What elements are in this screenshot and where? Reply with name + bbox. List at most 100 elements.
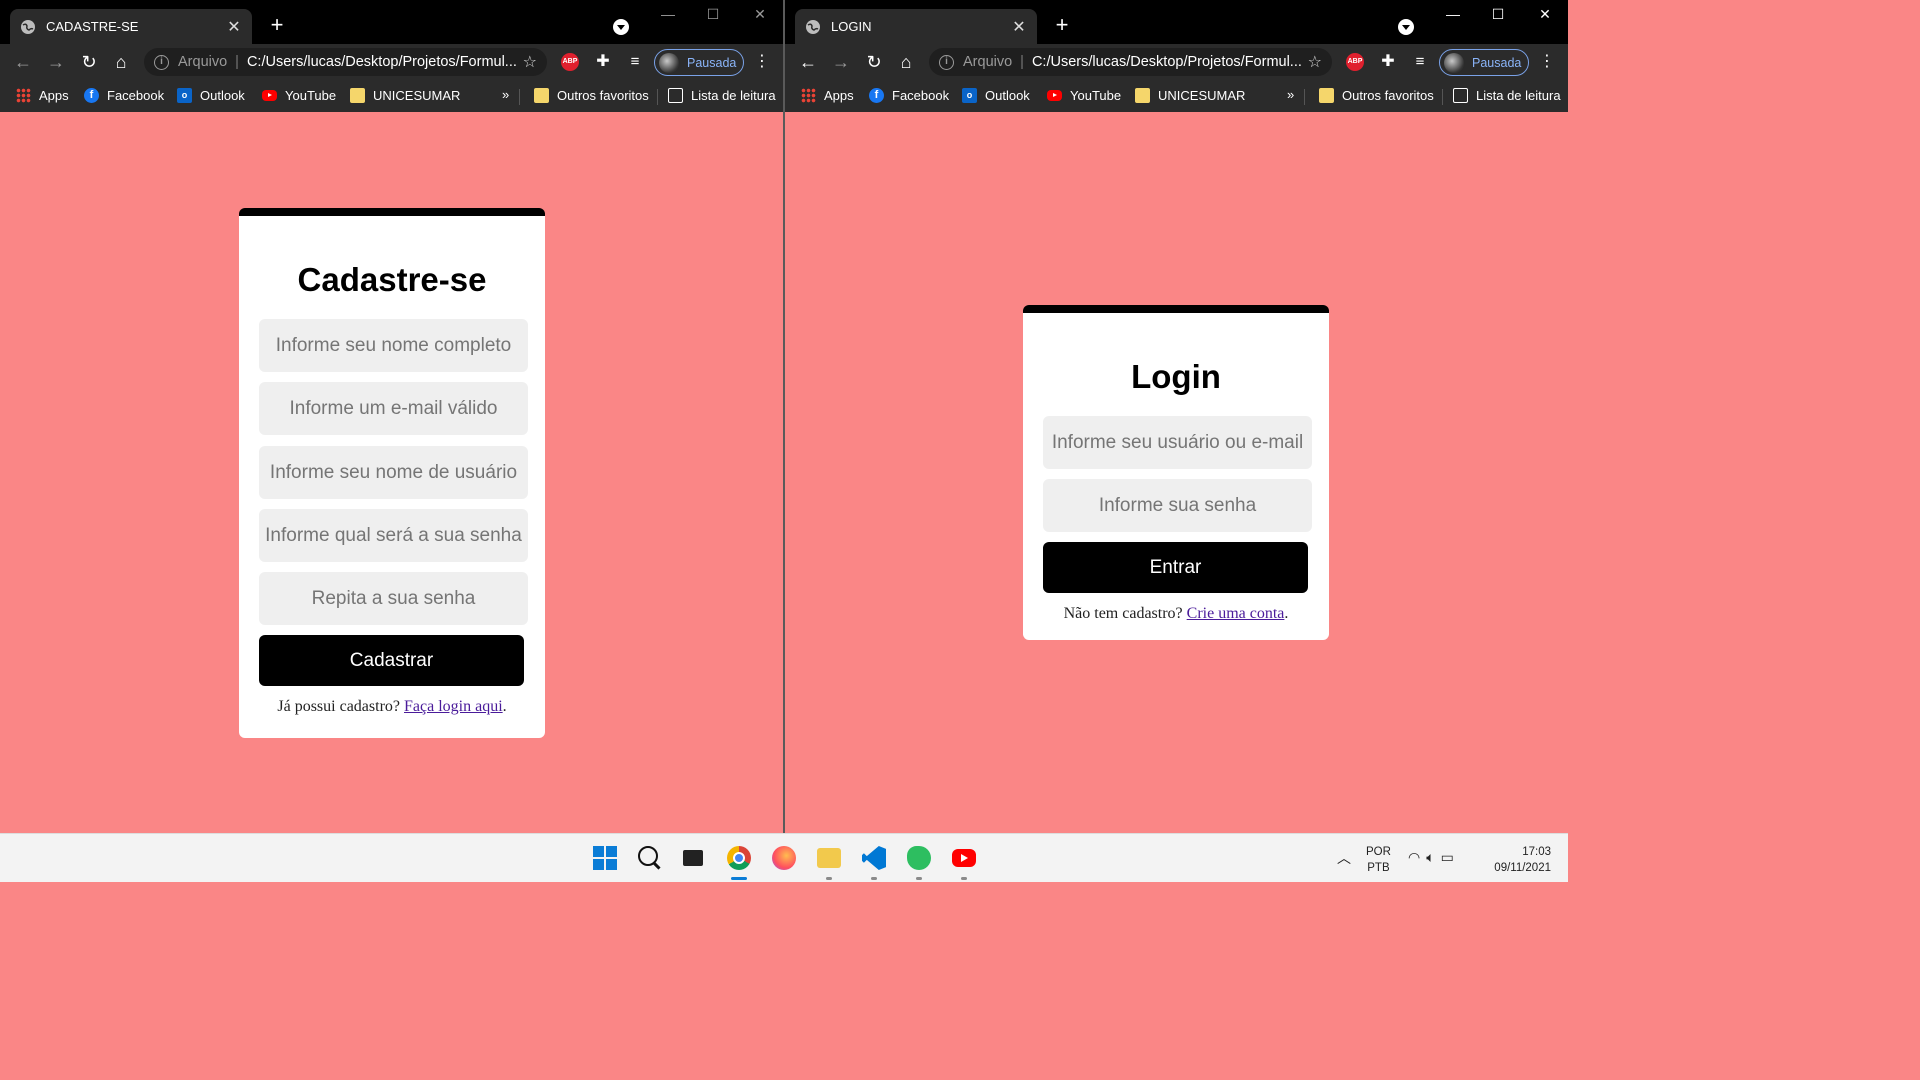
- minimize-button[interactable]: —: [658, 6, 678, 22]
- bookmark-outlook[interactable]: o Outlook: [177, 88, 245, 103]
- globe-icon: [21, 19, 35, 34]
- confirm-password-input[interactable]: [259, 572, 528, 625]
- evernote-icon[interactable]: [907, 846, 931, 870]
- maximize-button[interactable]: ☐: [703, 6, 723, 23]
- windows-start-icon[interactable]: [593, 846, 617, 870]
- signup-button[interactable]: Cadastrar: [259, 635, 524, 686]
- tab-search-icon[interactable]: [1398, 19, 1414, 35]
- extensions-icon[interactable]: ✚: [594, 53, 612, 71]
- apps-grid-icon: [801, 88, 816, 103]
- tab-strip: LOGIN ✕ + — ☐ ✕: [785, 0, 1568, 44]
- back-icon[interactable]: ←: [11, 50, 35, 74]
- bookmark-other-favorites[interactable]: Outros favoritos: [534, 88, 649, 103]
- address-url[interactable]: C:/Users/lucas/Desktop/Projetos/Formul..…: [1032, 54, 1302, 70]
- info-icon[interactable]: i: [939, 54, 954, 70]
- maximize-button[interactable]: ☐: [1488, 6, 1508, 23]
- login-prompt: Já possui cadastro? Faça login aqui.: [239, 698, 545, 716]
- signup-prompt-end: .: [1284, 605, 1289, 622]
- signup-link[interactable]: Crie uma conta: [1187, 605, 1285, 622]
- adblock-plus-icon[interactable]: ABP: [1346, 53, 1364, 71]
- close-tab-icon[interactable]: ✕: [1011, 17, 1027, 37]
- media-control-icon[interactable]: ≡: [1411, 53, 1429, 71]
- facebook-icon: f: [84, 88, 99, 103]
- info-icon[interactable]: i: [154, 54, 169, 70]
- divider: [1442, 89, 1443, 105]
- bookmarks-overflow-button[interactable]: »: [1287, 87, 1294, 102]
- wifi-icon[interactable]: ◠: [1408, 849, 1426, 865]
- bookmark-unicesumar[interactable]: UNICESUMAR: [1135, 88, 1245, 103]
- bookmark-label: Apps: [824, 88, 854, 103]
- bookmark-apps[interactable]: Apps: [16, 88, 69, 103]
- clock[interactable]: 17:03 09/11/2021: [1489, 844, 1551, 893]
- file-explorer-icon[interactable]: [817, 848, 841, 868]
- reload-icon[interactable]: ↻: [77, 50, 101, 74]
- volume-icon[interactable]: 🔈︎: [1426, 849, 1440, 865]
- chrome-icon[interactable]: [727, 846, 751, 870]
- input-language-indicator[interactable]: POR PTB: [1366, 844, 1391, 893]
- back-icon[interactable]: ←: [796, 50, 820, 74]
- close-window-button[interactable]: ✕: [750, 6, 770, 23]
- forward-icon[interactable]: →: [829, 50, 853, 74]
- bookmark-youtube[interactable]: YouTube: [1047, 88, 1121, 103]
- password-input[interactable]: [259, 509, 528, 562]
- divider: [1304, 89, 1305, 105]
- bookmark-outlook[interactable]: o Outlook: [962, 88, 1030, 103]
- tab-signup[interactable]: CADASTRE-SE ✕: [10, 9, 252, 44]
- bookmark-apps[interactable]: Apps: [801, 88, 854, 103]
- home-icon[interactable]: ⌂: [109, 50, 133, 74]
- task-view-icon[interactable]: [683, 850, 703, 866]
- profile-button[interactable]: Pausada: [1439, 49, 1529, 76]
- login-link[interactable]: Faça login aqui: [404, 698, 503, 715]
- system-tray-icons[interactable]: ◠🔈︎▭: [1408, 849, 1460, 898]
- new-tab-button[interactable]: +: [266, 13, 288, 37]
- bookmarks-overflow-button[interactable]: »: [502, 87, 509, 102]
- email-input[interactable]: [259, 382, 528, 435]
- bookmark-unicesumar[interactable]: UNICESUMAR: [350, 88, 460, 103]
- chevron-up-icon[interactable]: ︿: [1337, 848, 1351, 897]
- bookmark-label: Lista de leitura: [1476, 88, 1561, 103]
- login-button[interactable]: Entrar: [1043, 542, 1308, 593]
- vscode-icon[interactable]: [862, 846, 886, 870]
- profile-button[interactable]: Pausada: [654, 49, 744, 76]
- search-icon[interactable]: [638, 846, 658, 866]
- address-bar[interactable]: i Arquivo | C:/Users/lucas/Desktop/Proje…: [929, 48, 1332, 76]
- address-scheme: Arquivo: [963, 54, 1013, 70]
- youtube-app-icon[interactable]: [952, 849, 976, 867]
- bookmark-star-icon[interactable]: ☆: [1308, 52, 1322, 72]
- extensions-icon[interactable]: ✚: [1379, 53, 1397, 71]
- reload-icon[interactable]: ↻: [862, 50, 886, 74]
- minimize-button[interactable]: —: [1443, 6, 1463, 22]
- close-tab-icon[interactable]: ✕: [226, 17, 242, 37]
- bookmark-reading-list[interactable]: Lista de leitura: [668, 88, 776, 103]
- signup-prompt-text: Não tem cadastro?: [1063, 605, 1187, 622]
- media-control-icon[interactable]: ≡: [626, 53, 644, 71]
- battery-icon[interactable]: ▭: [1441, 849, 1460, 865]
- address-url[interactable]: C:/Users/lucas/Desktop/Projetos/Formul..…: [247, 54, 517, 70]
- bookmark-other-favorites[interactable]: Outros favoritos: [1319, 88, 1434, 103]
- password-input[interactable]: [1043, 479, 1312, 532]
- new-tab-button[interactable]: +: [1051, 13, 1073, 37]
- adblock-plus-icon[interactable]: ABP: [561, 53, 579, 71]
- bookmark-label: Outros favoritos: [1342, 88, 1434, 103]
- home-icon[interactable]: ⌂: [894, 50, 918, 74]
- tab-search-icon[interactable]: [613, 19, 629, 35]
- more-menu-icon[interactable]: ⋮: [754, 52, 770, 72]
- bookmark-facebook[interactable]: f Facebook: [869, 88, 949, 103]
- username-email-input[interactable]: [1043, 416, 1312, 469]
- folder-icon: [1135, 88, 1150, 103]
- divider: [519, 89, 520, 105]
- bookmark-youtube[interactable]: YouTube: [262, 88, 336, 103]
- firefox-icon[interactable]: [772, 846, 796, 870]
- more-menu-icon[interactable]: ⋮: [1539, 52, 1555, 72]
- bookmark-star-icon[interactable]: ☆: [523, 52, 537, 72]
- bookmark-label: Outlook: [200, 88, 245, 103]
- full-name-input[interactable]: [259, 319, 528, 372]
- tab-login[interactable]: LOGIN ✕: [795, 9, 1037, 44]
- bookmark-reading-list[interactable]: Lista de leitura: [1453, 88, 1561, 103]
- close-window-button[interactable]: ✕: [1535, 6, 1555, 23]
- address-bar[interactable]: i Arquivo | C:/Users/lucas/Desktop/Proje…: [144, 48, 547, 76]
- bookmark-facebook[interactable]: f Facebook: [84, 88, 164, 103]
- username-input[interactable]: [259, 446, 528, 499]
- forward-icon[interactable]: →: [44, 50, 68, 74]
- bookmark-label: Facebook: [892, 88, 950, 103]
